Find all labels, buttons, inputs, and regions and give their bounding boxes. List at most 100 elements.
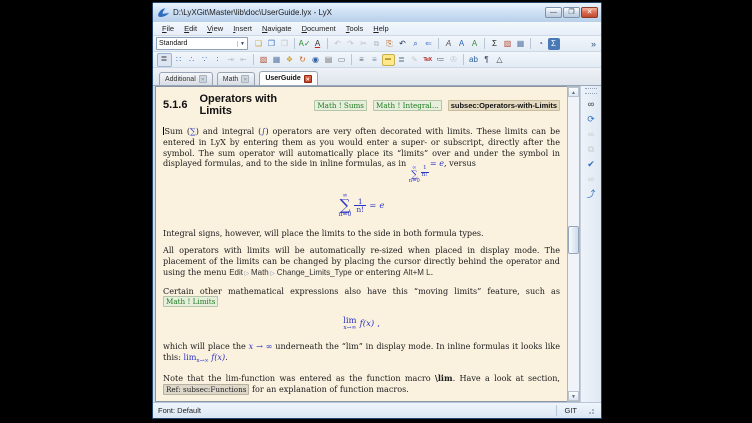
window-controls: —❐✕ bbox=[545, 7, 598, 18]
itemize-icon[interactable]: ∷ bbox=[173, 54, 185, 66]
vc-revert-icon[interactable]: ⤴ bbox=[584, 188, 598, 201]
insert-math-icon[interactable]: Σ bbox=[489, 38, 501, 50]
insert-tex-code-icon[interactable]: TeX bbox=[422, 54, 434, 66]
paste-icon[interactable]: ⎘ bbox=[384, 38, 396, 50]
toolbar-separator bbox=[463, 54, 464, 65]
insert-listing-icon[interactable]: ≔ bbox=[435, 54, 447, 66]
menu-insert[interactable]: Insert bbox=[228, 24, 257, 33]
tab-userguide[interactable]: UserGuide ✕ bbox=[259, 71, 317, 85]
insert-footnote-icon[interactable]: ◉ bbox=[310, 54, 322, 66]
insert-float-icon[interactable]: ≡ bbox=[356, 54, 368, 66]
desktop: { "window": { "title": "D:\\LyXGit\\Mast… bbox=[0, 0, 752, 423]
menu-document[interactable]: Document bbox=[297, 24, 341, 33]
insert-short-title-icon[interactable]: ▭ bbox=[336, 54, 348, 66]
change-case-icon[interactable]: ab bbox=[468, 54, 480, 66]
insert-box-icon[interactable]: ≣ bbox=[396, 54, 408, 66]
insert-cross-reference-icon[interactable]: ↻ bbox=[297, 54, 309, 66]
tab-additional[interactable]: Additional ✕ bbox=[159, 72, 213, 85]
insert-wide-float-icon[interactable]: ≡ bbox=[369, 54, 381, 66]
math-panel-icon[interactable]: Σ bbox=[548, 38, 560, 50]
redo-icon: ↷ bbox=[345, 38, 357, 50]
display-formula-sum[interactable]: ∞∑n=0 1n! = e bbox=[163, 193, 560, 218]
insert-figure-icon[interactable]: ▧ bbox=[258, 54, 270, 66]
scrollbar-thumb[interactable] bbox=[568, 226, 579, 254]
default-paragraph-icon[interactable]: ≣ bbox=[157, 53, 172, 67]
menu-help[interactable]: Help bbox=[368, 24, 393, 33]
scroll-down-icon[interactable]: ▼ bbox=[568, 391, 579, 401]
scrollbar-track[interactable] bbox=[568, 97, 579, 391]
paragraph: which will place the x → ∞ underneath th… bbox=[163, 341, 560, 367]
close-button[interactable]: ✕ bbox=[581, 7, 598, 18]
vc-register-icon[interactable]: ∞ bbox=[584, 98, 598, 111]
tab-math[interactable]: Math ✕ bbox=[217, 72, 256, 85]
track-changes-icon[interactable]: A bbox=[312, 38, 324, 50]
spellcheck-icon[interactable]: A✓ bbox=[299, 38, 311, 50]
toolbar-drag-handle[interactable] bbox=[585, 88, 597, 94]
paragraph-style-combo[interactable]: Standard ▼ bbox=[156, 37, 248, 50]
index-inset[interactable]: Math ! Integral... bbox=[373, 100, 442, 111]
math-delimiter-icon[interactable]: △ bbox=[494, 54, 506, 66]
insert-marginal-note-icon[interactable]: ▤ bbox=[323, 54, 335, 66]
menu-edit[interactable]: Edit bbox=[179, 24, 202, 33]
find-replace-icon[interactable]: ⌕ bbox=[410, 38, 422, 50]
toolbar-overflow-icon[interactable]: » bbox=[589, 39, 598, 49]
description-icon[interactable]: ∵ bbox=[199, 54, 211, 66]
apply-style-icon[interactable]: A bbox=[469, 38, 481, 50]
section-number: 5.1.6 bbox=[163, 99, 187, 111]
inline-math-formula[interactable]: ∞∑n=01n!= e bbox=[409, 158, 444, 168]
save-document-icon: ❒ bbox=[279, 38, 291, 50]
include-file-icon: ✇ bbox=[448, 54, 460, 66]
document-canvas[interactable]: 5.1.6 Operators with Limits Math ! Sums … bbox=[155, 86, 567, 402]
resize-grip[interactable] bbox=[588, 407, 596, 415]
labeling-icon[interactable]: ∶ bbox=[212, 54, 224, 66]
vertical-scrollbar[interactable]: ▲ ▼ bbox=[567, 86, 580, 402]
menu-view[interactable]: View bbox=[202, 24, 228, 33]
tab-close-icon[interactable]: ✕ bbox=[241, 75, 249, 83]
vc-update-icon[interactable]: ⟳ bbox=[584, 113, 598, 126]
navigate-back-icon[interactable]: ⇐ bbox=[423, 38, 435, 50]
menu-path-text: Edit ▷ Math ▷ Change_Limits_Type bbox=[229, 268, 352, 277]
paragraph: Sum (∑) and integral (∫) operators are v… bbox=[163, 126, 560, 184]
index-inset[interactable]: Math ! Sums bbox=[314, 100, 367, 111]
enumerate-icon[interactable]: ∴ bbox=[186, 54, 198, 66]
vc-check-out-icon: ∞ bbox=[584, 173, 598, 186]
paragraph: All operators with limits will be automa… bbox=[163, 245, 560, 279]
insert-label-icon[interactable]: ❖ bbox=[284, 54, 296, 66]
open-document-icon[interactable]: ❐ bbox=[266, 38, 278, 50]
menu-navigate[interactable]: Navigate bbox=[257, 24, 297, 33]
minimize-button[interactable]: — bbox=[545, 7, 562, 18]
paragraph-settings-icon[interactable]: ¶ bbox=[481, 54, 493, 66]
index-inset[interactable]: Math ! Limits bbox=[163, 296, 218, 307]
noun-icon[interactable]: A bbox=[456, 38, 468, 50]
insert-table-icon[interactable]: ▦ bbox=[515, 38, 527, 50]
menu-tools[interactable]: Tools bbox=[341, 24, 369, 33]
toolbar-separator bbox=[253, 54, 254, 65]
menu-path-triangle-icon: ▷ bbox=[269, 271, 277, 277]
tab-close-icon[interactable]: ✕ bbox=[304, 75, 312, 83]
outline-icon[interactable]: ◔ bbox=[535, 38, 547, 50]
menu-bar: File Edit View Insert Navigate Document … bbox=[153, 22, 601, 36]
combo-dropdown-icon: ▼ bbox=[237, 41, 245, 47]
toolbar-separator bbox=[327, 38, 328, 49]
insert-table-grid-icon[interactable]: ▦ bbox=[271, 54, 283, 66]
inline-math-x-to-infinity: x → ∞ bbox=[249, 341, 273, 351]
insert-hyperlink-icon: ✎ bbox=[409, 54, 421, 66]
new-document-icon[interactable]: ❏ bbox=[253, 38, 265, 50]
scroll-up-icon[interactable]: ▲ bbox=[568, 87, 579, 97]
toolbar-separator bbox=[484, 38, 485, 49]
insert-note-icon[interactable]: ▬ bbox=[382, 54, 395, 66]
label-inset[interactable]: subsec:Operators-with-Limits bbox=[448, 100, 560, 111]
menu-file[interactable]: File bbox=[157, 24, 179, 33]
paragraph: Integral signs, however, will place the … bbox=[163, 228, 560, 239]
emphasis-icon[interactable]: A bbox=[443, 38, 455, 50]
inline-math-lim[interactable]: limx→∞ f(x) bbox=[184, 352, 226, 362]
status-vcs-badge: GIT bbox=[556, 405, 586, 416]
revert-document-icon[interactable]: ↶ bbox=[397, 38, 409, 50]
display-formula-limit[interactable]: limx→∞ f(x), bbox=[163, 317, 560, 331]
vc-check-in-icon[interactable]: ✔ bbox=[584, 158, 598, 171]
insert-graphics-icon[interactable]: ▧ bbox=[502, 38, 514, 50]
title-bar[interactable]: D:\LyXGit\Master\lib\doc\UserGuide.lyx -… bbox=[153, 3, 601, 22]
restore-button[interactable]: ❐ bbox=[563, 7, 580, 18]
cross-reference-inset[interactable]: Ref: subsec:Functions bbox=[163, 384, 249, 395]
tab-close-icon[interactable]: ✕ bbox=[199, 75, 207, 83]
